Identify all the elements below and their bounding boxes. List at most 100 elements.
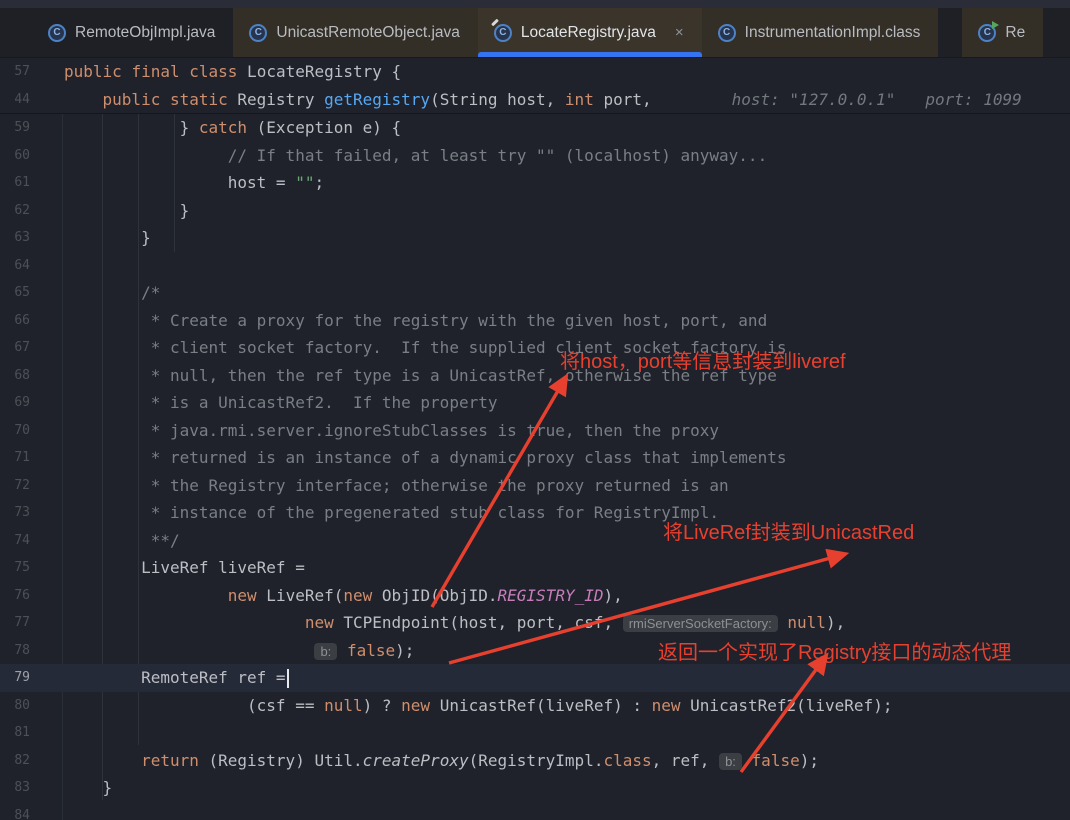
run-overlay-icon — [992, 21, 999, 29]
code-editor[interactable]: 57public final class LocateRegistry {44 … — [0, 58, 1070, 820]
code-line[interactable]: 76 new LiveRef(new ObjID(ObjID.REGISTRY_… — [0, 582, 1070, 610]
class-icon: C — [494, 24, 512, 42]
line-number[interactable]: 65 — [0, 279, 30, 307]
code-segment: int — [565, 90, 594, 109]
code-segment — [778, 613, 788, 632]
class-icon: C — [978, 24, 996, 42]
line-number[interactable]: 70 — [0, 417, 30, 445]
tab-remoteobjimpl-java[interactable]: CRemoteObjImpl.java — [32, 8, 233, 57]
code-text: * returned is an instance of a dynamic p… — [30, 444, 786, 472]
line-number[interactable]: 59 — [0, 114, 30, 142]
line-number[interactable]: 82 — [0, 747, 30, 775]
code-text: } — [30, 197, 189, 225]
code-line[interactable]: 57public final class LocateRegistry { — [0, 58, 1070, 86]
line-number[interactable]: 80 — [0, 692, 30, 720]
code-line[interactable]: 61 host = ""; — [0, 169, 1070, 197]
line-number[interactable]: 78 — [0, 637, 30, 665]
tab-label: Re — [1005, 24, 1025, 42]
code-text: RemoteRef ref = — [30, 664, 289, 692]
code-line[interactable]: 60 // If that failed, at least try "" (l… — [0, 142, 1070, 170]
code-segment: REGISTRY_ID — [498, 586, 604, 605]
line-number[interactable]: 76 — [0, 582, 30, 610]
close-icon[interactable]: × — [675, 24, 684, 41]
text-caret — [287, 669, 289, 688]
code-segment: /* — [64, 283, 160, 302]
code-segment: } — [64, 118, 199, 137]
code-line[interactable]: 64 — [0, 252, 1070, 280]
code-line[interactable]: 83 } — [0, 774, 1070, 802]
code-segment: (String host, — [430, 90, 565, 109]
class-icon: C — [48, 24, 66, 42]
code-segment: (Exception e) { — [247, 118, 401, 137]
code-segment: catch — [199, 118, 247, 137]
code-line[interactable]: 69 * is a UnicastRef2. If the property — [0, 389, 1070, 417]
code-segment: getRegistry — [324, 90, 430, 109]
line-number[interactable]: 68 — [0, 362, 30, 390]
code-segment: createProxy — [363, 751, 469, 770]
line-number[interactable]: 63 — [0, 224, 30, 252]
code-line[interactable]: 68 * null, then the ref type is a Unicas… — [0, 362, 1070, 390]
code-line[interactable]: 72 * the Registry interface; otherwise t… — [0, 472, 1070, 500]
code-line[interactable]: 62 } — [0, 197, 1070, 225]
code-segment: final — [131, 62, 179, 81]
code-line[interactable]: 82 return (Registry) Util.createProxy(Re… — [0, 747, 1070, 775]
code-line[interactable]: 63 } — [0, 224, 1070, 252]
sticky-header: 57public final class LocateRegistry {44 … — [0, 58, 1070, 114]
code-lines[interactable]: 59 } catch (Exception e) {60 // If that … — [0, 114, 1070, 820]
line-number[interactable]: 79 — [0, 664, 30, 692]
inline-parameter-hint: b: — [719, 753, 742, 770]
line-number[interactable]: 64 — [0, 252, 30, 280]
line-number[interactable]: 62 — [0, 197, 30, 225]
tab-label: UnicastRemoteObject.java — [276, 24, 460, 42]
tab-label: InstrumentationImpl.class — [745, 24, 921, 42]
code-segment — [180, 62, 190, 81]
tab-unicastremoteobject-java[interactable]: C UnicastRemoteObject.java — [233, 8, 478, 57]
code-line[interactable]: 65 /* — [0, 279, 1070, 307]
line-number[interactable]: 67 — [0, 334, 30, 362]
class-icon: C — [249, 24, 267, 42]
tab-re[interactable]: C Re — [962, 8, 1043, 57]
code-line[interactable]: 81 — [0, 719, 1070, 747]
line-number[interactable]: 61 — [0, 169, 30, 197]
code-segment — [742, 751, 752, 770]
code-segment: class — [189, 62, 237, 81]
code-line[interactable]: 67 * client socket factory. If the suppl… — [0, 334, 1070, 362]
tab-label: LocateRegistry.java — [521, 24, 656, 42]
code-line[interactable]: 66 * Create a proxy for the registry wit… — [0, 307, 1070, 335]
line-number[interactable]: 74 — [0, 527, 30, 555]
code-segment: false — [752, 751, 800, 770]
line-number[interactable]: 84 — [0, 802, 30, 820]
line-number[interactable]: 83 — [0, 774, 30, 802]
line-number[interactable]: 75 — [0, 554, 30, 582]
line-number[interactable]: 72 — [0, 472, 30, 500]
code-line[interactable]: 70 * java.rmi.server.ignoreStubClasses i… — [0, 417, 1070, 445]
code-text — [30, 719, 64, 747]
code-segment: } — [64, 778, 112, 797]
code-line[interactable]: 59 } catch (Exception e) { — [0, 114, 1070, 142]
code-segment: "" — [295, 173, 314, 192]
code-line-current[interactable]: 79 RemoteRef ref = — [0, 664, 1070, 692]
line-number[interactable]: 77 — [0, 609, 30, 637]
line-number[interactable]: 73 — [0, 499, 30, 527]
line-number[interactable]: 44 — [0, 86, 30, 114]
code-segment: // If that failed, at least try "" (loca… — [64, 146, 767, 165]
code-segment — [64, 586, 228, 605]
code-line[interactable]: 71 * returned is an instance of a dynami… — [0, 444, 1070, 472]
code-line[interactable]: 44 public static Registry getRegistry(St… — [0, 86, 1070, 114]
line-number[interactable]: 57 — [0, 58, 30, 86]
code-line[interactable]: 84 — [0, 802, 1070, 820]
code-line[interactable]: 80 (csf == null) ? new UnicastRef(liveRe… — [0, 692, 1070, 720]
code-segment — [337, 641, 347, 660]
tab-locateregistry-java[interactable]: C LocateRegistry.java × — [478, 8, 702, 57]
line-number[interactable]: 71 — [0, 444, 30, 472]
tab-instrumentationimpl-class[interactable]: CInstrumentationImpl.class — [702, 8, 939, 57]
code-segment: public — [103, 90, 161, 109]
code-line[interactable]: 75 LiveRef liveRef = — [0, 554, 1070, 582]
line-number[interactable]: 60 — [0, 142, 30, 170]
line-number[interactable]: 81 — [0, 719, 30, 747]
code-line[interactable]: 77 new TCPEndpoint(host, port, csf, rmiS… — [0, 609, 1070, 637]
code-segment — [160, 90, 170, 109]
line-number[interactable]: 69 — [0, 389, 30, 417]
line-number[interactable]: 66 — [0, 307, 30, 335]
code-segment: UnicastRef2(liveRef); — [681, 696, 893, 715]
